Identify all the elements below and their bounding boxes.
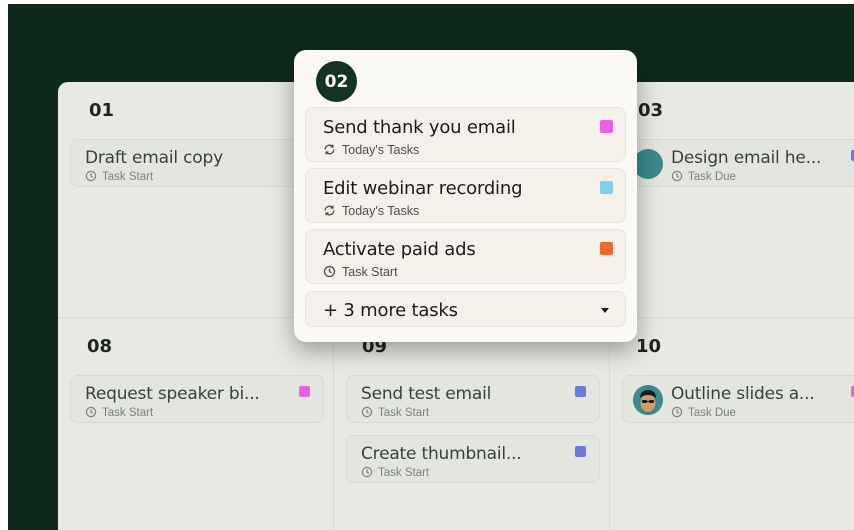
clock-due-icon (671, 406, 683, 418)
task-subtitle-text: Task Start (378, 467, 430, 479)
task-title: Activate paid ads (323, 239, 476, 260)
task-subtitle-text: Task Start (102, 171, 154, 183)
task-title: Draft email copy (85, 148, 223, 168)
task-subtitle: Task Start (85, 170, 153, 183)
clock-start-icon (85, 406, 97, 418)
task-card[interactable]: Create thumbnail... Task Start (346, 435, 600, 483)
task-title: Outline slides a... (671, 384, 815, 404)
task-subtitle: Task Start (323, 265, 398, 279)
task-subtitle: Task Due (671, 170, 736, 183)
task-subtitle: Today's Tasks (323, 143, 419, 157)
popover-day-badge: 02 (316, 61, 357, 102)
avatar (633, 385, 663, 415)
recurring-icon (324, 205, 335, 216)
avatar (633, 149, 663, 179)
clock-start-icon (323, 265, 336, 278)
color-tag (600, 181, 613, 194)
task-subtitle-text: Today's Tasks (342, 204, 420, 218)
task-title: Send test email (361, 384, 492, 404)
task-subtitle: Task Start (85, 406, 153, 419)
more-tasks-dropdown[interactable]: + 3 more tasks (305, 291, 626, 327)
day-number: 10 (636, 336, 662, 357)
clock-start-icon (361, 406, 373, 418)
day-popover: 02 Send thank you email Today's Tasks Ed… (294, 50, 637, 342)
task-card[interactable]: Send test email Task Start (346, 375, 600, 423)
recurring-icon (324, 144, 335, 155)
popover-task-card[interactable]: Edit webinar recording Today's Tasks (305, 168, 626, 223)
day-cell-08[interactable]: 08 Request speaker bi... Task Start (58, 318, 334, 530)
day-number: 01 (89, 100, 115, 121)
day-cell-03[interactable]: 03 Design email he... Task Due (610, 82, 854, 318)
task-title: Edit webinar recording (323, 178, 523, 199)
day-cell-10[interactable]: 10 Outline slides a... Task Due (610, 318, 854, 530)
task-card[interactable]: Design email he... Task Due (622, 139, 854, 187)
task-subtitle-text: Task Due (688, 407, 736, 419)
task-subtitle-text: Task Start (378, 407, 430, 419)
color-tag (600, 120, 613, 133)
task-subtitle: Today's Tasks (323, 204, 419, 218)
day-number: 08 (87, 336, 113, 357)
task-title: Send thank you email (323, 117, 516, 138)
chevron-down-icon (601, 308, 609, 313)
avatar-face-icon (633, 385, 663, 415)
color-tag (600, 242, 613, 255)
popover-task-card[interactable]: Send thank you email Today's Tasks (305, 107, 626, 162)
task-card[interactable]: Draft email copy Task Start (70, 139, 330, 187)
task-subtitle: Task Start (361, 406, 429, 419)
task-title: Design email he... (671, 148, 822, 168)
task-title: Create thumbnail... (361, 444, 522, 464)
task-subtitle-text: Task Start (102, 407, 154, 419)
color-tag (575, 386, 586, 397)
day-cell-09[interactable]: 09 Send test email Task Start Create thu… (334, 318, 610, 530)
popover-task-card[interactable]: Activate paid ads Task Start (305, 229, 626, 284)
task-subtitle-text: Task Due (688, 171, 736, 183)
clock-due-icon (671, 170, 683, 182)
task-subtitle: Task Start (361, 466, 429, 479)
task-subtitle: Task Due (671, 406, 736, 419)
day-number: 03 (638, 100, 664, 121)
more-tasks-label: + 3 more tasks (323, 300, 458, 321)
color-tag (299, 386, 310, 397)
day-cell-01[interactable]: 01 Draft email copy Task Start (58, 82, 334, 318)
color-tag (575, 446, 586, 457)
task-subtitle-text: Today's Tasks (342, 143, 420, 157)
clock-start-icon (85, 170, 97, 182)
task-subtitle-text: Task Start (342, 265, 398, 279)
task-card[interactable]: Outline slides a... Task Due (622, 375, 854, 423)
clock-start-icon (361, 466, 373, 478)
task-card[interactable]: Request speaker bi... Task Start (70, 375, 324, 423)
task-title: Request speaker bi... (85, 384, 260, 404)
